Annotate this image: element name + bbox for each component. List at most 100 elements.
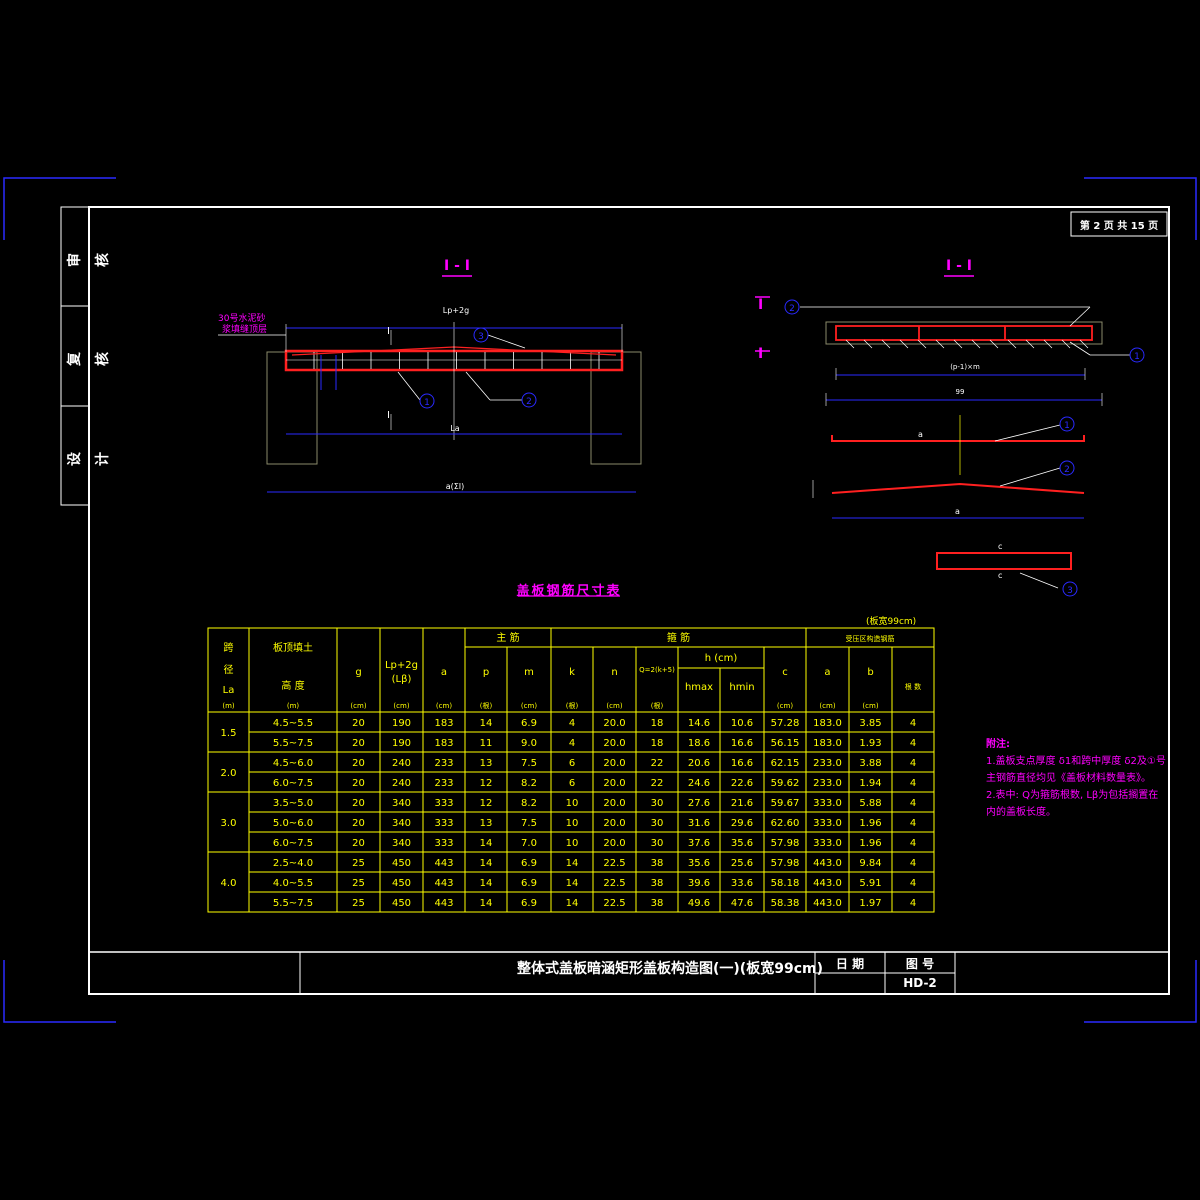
table-cell: 340 [392,818,411,829]
left-view-title: I - I [444,258,470,274]
table-cell: 1.97 [859,898,881,909]
table-cell: 4 [910,798,916,809]
table-cell: 5.88 [859,798,881,809]
table-cell: 59.62 [771,778,800,789]
table-cell: 443 [434,878,453,889]
table-cell: 450 [392,858,411,869]
table-cell: 14 [480,898,493,909]
table-cell: 20.0 [603,758,625,769]
svg-text:1: 1 [424,398,430,408]
right-bar3-bottom-label: c [998,571,1003,580]
table-cell: 57.28 [771,718,800,729]
table-cell: 4 [569,718,575,729]
hdr-lp: Lp+2g [385,660,418,671]
table-cell: 20 [352,758,365,769]
right-section-marker-top: I [758,297,764,313]
table-cell: 233.0 [813,758,842,769]
side-stamp-checker: 复 核 [67,352,111,366]
table-cell: 20 [352,818,365,829]
table-cell: 37.6 [688,838,710,849]
hdr-unit: (根) [651,701,664,710]
left-section-marker-top: I [387,326,390,337]
table-cell: 12 [480,798,493,809]
table-cell: 14 [480,718,493,729]
table-cell: 1.96 [859,818,881,829]
table-cell: 20.0 [603,838,625,849]
notes-line-4: 内的盖板长度。 [986,807,1056,818]
table-cell: 25.6 [731,858,753,869]
table-cell: 443.0 [813,878,842,889]
table-cell: 11 [480,738,493,749]
table-cell: 22.5 [603,878,625,889]
rebar-table-cells: 跨径 La (m) 板顶填土高 度 (m) g Lp+2g (Lβ) a 主 筋 p m 箍 筋 k n Q=… [221,631,922,909]
table-cell: 20 [352,718,365,729]
page-label: 第 2 页 共 15 页 [1079,221,1159,232]
table-cell: 25 [352,878,365,889]
table-cell: 240 [392,758,411,769]
hdr-fill-1: 板顶填土 [273,641,313,654]
table-cell: 6 [569,758,575,769]
table-cell: 5.91 [859,878,881,889]
table-cell: 5.0~6.0 [273,818,313,829]
table-cell: 38 [651,858,664,869]
hdr-pressure: 受压区构造钢筋 [846,634,895,643]
table-cell: 1.94 [859,778,881,789]
table-cell: 6.9 [521,718,537,729]
table-cell: 30 [651,798,664,809]
hdr-count: 根 数 [905,682,921,691]
table-cell: 29.6 [731,818,753,829]
left-dim-top: Lp+2g [442,306,470,315]
table-cell: 20 [352,778,365,789]
side-stamp-reviewer: 审 核 [67,253,111,267]
right-view-title: I - I [946,258,972,274]
table-cell: 20.0 [603,798,625,809]
hdr-span-2: 径 [224,663,234,676]
hdr-unit: (根) [480,701,493,710]
table-cell: 1.93 [859,738,881,749]
table-cell: 4.0~5.5 [273,878,313,889]
hdr-lp2: (Lβ) [392,674,412,685]
table-cell: 18 [651,718,664,729]
table-cell: 14 [480,838,493,849]
table-cell: 333.0 [813,798,842,809]
table-cell: 47.6 [731,898,753,909]
table-cell: 443 [434,858,453,869]
hdr-unit: (cm) [606,702,622,710]
table-cell: 39.6 [688,878,710,889]
table-cell: 20 [352,798,365,809]
left-section-marker-bottom: I [387,410,390,421]
drawing-no-label: 图 号 [905,957,935,971]
right-dim-1: (p-1)×m [950,363,980,371]
table-cell: 6.9 [521,898,537,909]
table-cell: 20.0 [603,738,625,749]
notes-line-1: 1.盖板支点厚度 δ1和跨中厚度 δ2及①号 [986,756,1166,767]
table-cell: 27.6 [688,798,710,809]
left-annotation-2: 浆填缝顶层 [222,325,268,335]
table-cell: 38 [651,878,664,889]
table-cell: 443 [434,898,453,909]
right-bar2-label: a [955,507,960,516]
table-span-value: 4.0 [221,878,237,889]
table-cell: 20.6 [688,758,710,769]
table-cell: 10 [566,818,579,829]
hdr-m: m [524,667,534,678]
hdr-fill-unit: (m) [287,702,300,710]
table-cell: 6.0~7.5 [273,838,313,849]
right-bar3-top-label: c [998,542,1003,551]
notes-line-2: 主钢筋直径均见《盖板材料数量表》。 [986,773,1151,784]
hdr-k: k [569,667,575,678]
table-cell: 59.67 [771,798,800,809]
hdr-unit: (根) [566,701,579,710]
table-note: (板宽99cm) [866,617,917,627]
notes-line-3: 2.表中: Q为箍筋根数, Lβ为包括搁置在 [986,790,1159,801]
svg-text:2: 2 [526,397,532,407]
hdr-unit: (cm) [521,702,537,710]
table-cell: 20.0 [603,818,625,829]
hdr-unit: (cm) [862,702,878,710]
table-cell: 4 [910,858,916,869]
table-cell: 450 [392,878,411,889]
table-cell: 3.5~5.0 [273,798,313,809]
table-cell: 14 [480,858,493,869]
table-cell: 14 [566,878,579,889]
table-cell: 2.5~4.0 [273,858,313,869]
